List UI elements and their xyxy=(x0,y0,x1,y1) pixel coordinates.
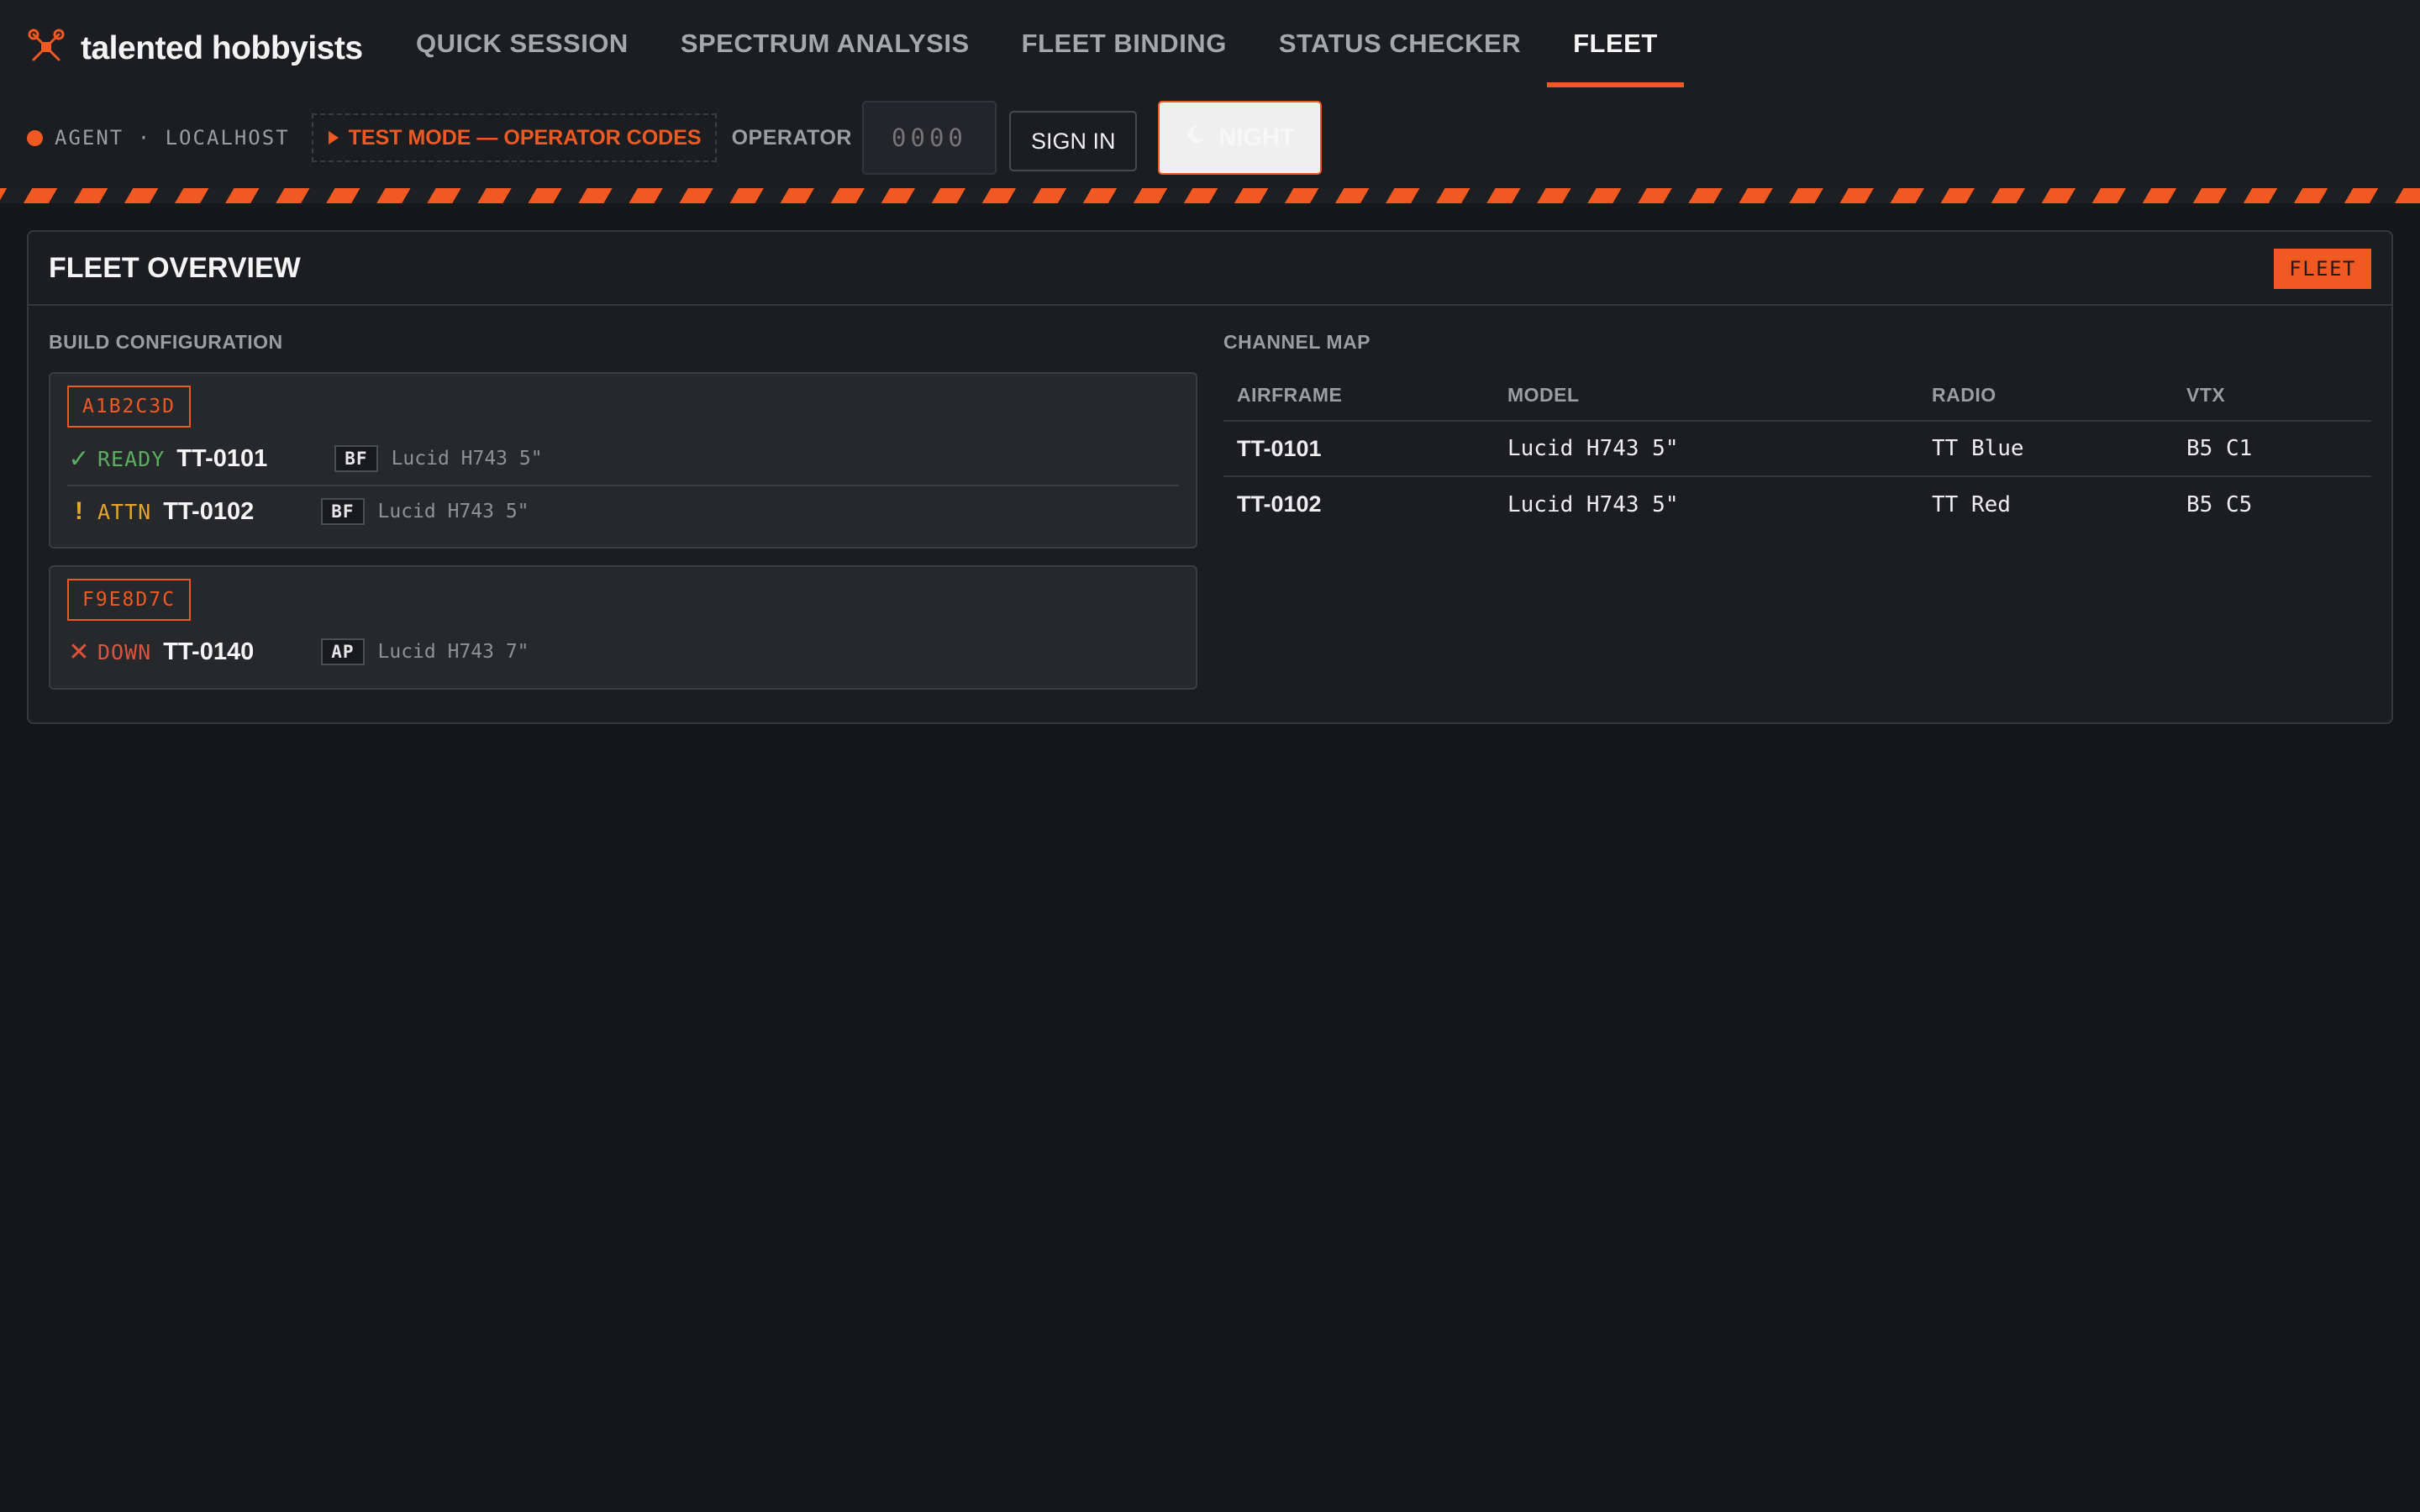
build-configuration-label: BUILD CONFIGURATION xyxy=(49,331,283,353)
list-item[interactable]: ✕ DOWN TT-0140 AP Lucid H743 7" xyxy=(67,626,1179,678)
test-mode-toggle[interactable]: TEST MODE — OPERATOR CODES xyxy=(311,113,717,162)
brand[interactable]: talented hobbyists xyxy=(27,25,363,72)
panel-title: FLEET OVERVIEW xyxy=(49,252,301,284)
tab-status-checker[interactable]: STATUS CHECKER xyxy=(1253,0,1547,87)
airframe-id: TT-0101 xyxy=(176,444,268,472)
firmware-badge: BF xyxy=(334,445,378,472)
top-bar: talented hobbyists QUICK SESSION SPECTRU… xyxy=(0,0,2420,188)
tab-spectrum-analysis[interactable]: SPECTRUM ANALYSIS xyxy=(655,0,996,87)
night-mode-button[interactable]: NIGHT xyxy=(1158,101,1322,175)
cell-airframe: TT-0101 xyxy=(1237,435,1322,461)
cell-model: Lucid H743 5" xyxy=(1494,475,1918,532)
column-header-airframe: AIRFRAME xyxy=(1223,370,1494,422)
moon-icon xyxy=(1185,123,1207,152)
firmware-badge: AP xyxy=(321,638,365,665)
group-id-tag[interactable]: A1B2C3D xyxy=(67,386,191,428)
table-row[interactable]: TT-0102 Lucid H743 5" TT Red B5 C5 xyxy=(1223,475,2371,532)
agent-label: AGENT · LOCALHOST xyxy=(55,126,290,150)
night-mode-label: NIGHT xyxy=(1218,123,1295,151)
check-icon: ✓ xyxy=(68,444,90,473)
cell-radio: TT Blue xyxy=(1932,436,2024,461)
cell-airframe: TT-0102 xyxy=(1223,475,1494,532)
list-item[interactable]: ! ATTN TT-0102 BF Lucid H743 5" xyxy=(67,485,1179,537)
build-group: A1B2C3D ✓ READY TT-0101 BF Lucid H743 5"… xyxy=(49,372,1197,549)
group-id-tag[interactable]: F9E8D7C xyxy=(67,579,191,621)
build-group: F9E8D7C ✕ DOWN TT-0140 AP Lucid H743 7" xyxy=(49,565,1197,690)
airframe-id: TT-0140 xyxy=(163,638,255,665)
brand-name: talented hobbyists xyxy=(81,30,363,66)
column-header-model: MODEL xyxy=(1494,370,1918,422)
model-label: Lucid H743 7" xyxy=(377,641,529,663)
tab-fleet[interactable]: FLEET xyxy=(1547,0,1684,87)
agent-status: AGENT · LOCALHOST xyxy=(27,126,290,150)
status-dot-icon xyxy=(27,129,43,146)
fleet-overview-panel: FLEET OVERVIEW FLEET BUILD CONFIGURATION… xyxy=(27,230,2393,724)
status-label: READY xyxy=(97,446,166,471)
status-label: DOWN xyxy=(97,639,152,664)
cell-radio: TT Red xyxy=(1918,475,2173,532)
sign-in-button[interactable]: SIGN IN xyxy=(1008,111,1138,171)
drone-icon xyxy=(27,28,66,71)
tab-quick-session[interactable]: QUICK SESSION xyxy=(390,0,655,87)
firmware-badge: BF xyxy=(321,498,365,525)
table-row[interactable]: TT-0101 Lucid H743 5" TT Blue B5 C1 xyxy=(1223,421,2371,476)
warning-icon: ! xyxy=(75,497,83,525)
test-mode-label: TEST MODE — OPERATOR CODES xyxy=(348,125,702,150)
status-label: ATTN xyxy=(97,499,152,524)
channel-map: CHANNEL MAP AIRFRAME MODEL RADIO VTX TT-… xyxy=(1223,331,2371,532)
panel-header: FLEET OVERVIEW FLEET xyxy=(29,232,2391,306)
build-configuration: BUILD CONFIGURATION A1B2C3D ✓ READY TT-0… xyxy=(49,331,1197,690)
cell-model: Lucid H743 5" xyxy=(1507,436,1679,461)
tab-fleet-binding[interactable]: FLEET BINDING xyxy=(996,0,1253,87)
column-header-radio: RADIO xyxy=(1918,370,2173,422)
main-nav: QUICK SESSION SPECTRUM ANALYSIS FLEET BI… xyxy=(390,0,1684,87)
session-bar: AGENT · LOCALHOST TEST MODE — OPERATOR C… xyxy=(27,99,1322,176)
cell-vtx: B5 C5 xyxy=(2173,475,2371,532)
list-item[interactable]: ✓ READY TT-0101 BF Lucid H743 5" xyxy=(67,433,1179,485)
cross-icon: ✕ xyxy=(68,638,90,666)
column-header-vtx: VTX xyxy=(2173,370,2371,422)
table-header-row: AIRFRAME MODEL RADIO VTX xyxy=(1223,370,2371,422)
fleet-badge: FLEET xyxy=(2274,249,2371,289)
channel-map-label: CHANNEL MAP xyxy=(1223,331,1371,353)
channel-map-table: AIRFRAME MODEL RADIO VTX TT-0101 Lucid H… xyxy=(1223,370,2371,532)
cell-vtx: B5 C1 xyxy=(2186,436,2253,461)
operator-code-input[interactable] xyxy=(861,101,997,175)
play-icon xyxy=(328,131,339,144)
model-label: Lucid H743 5" xyxy=(377,501,529,522)
hazard-stripe xyxy=(0,188,2420,203)
airframe-id: TT-0102 xyxy=(163,497,255,525)
operator-label: OPERATOR xyxy=(731,125,852,150)
model-label: Lucid H743 5" xyxy=(391,448,543,470)
